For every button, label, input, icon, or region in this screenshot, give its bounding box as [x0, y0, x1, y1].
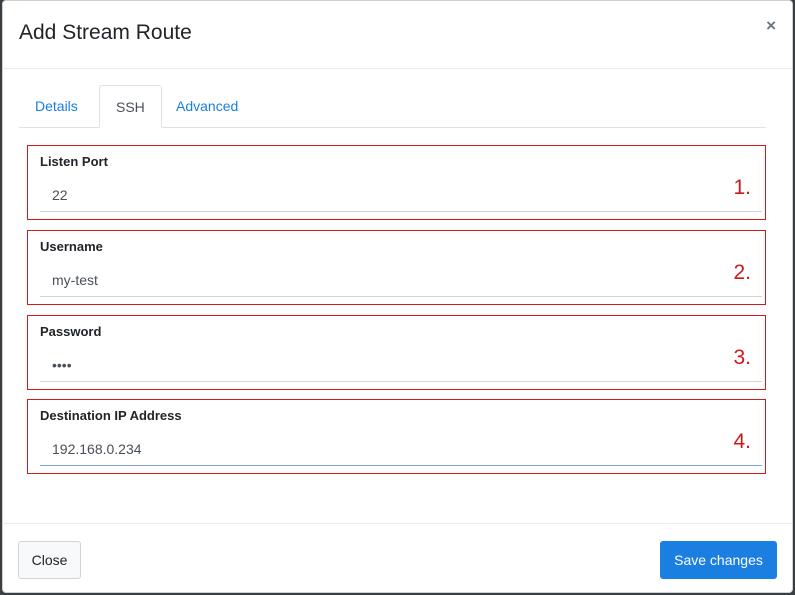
tab-bar: Details SSH Advanced	[19, 85, 766, 128]
password-group: Password 3.	[27, 315, 766, 390]
destination-ip-input[interactable]	[40, 432, 762, 466]
tab-advanced[interactable]: Advanced	[160, 85, 254, 127]
password-label: Password	[40, 324, 102, 339]
tab-ssh[interactable]: SSH	[99, 85, 162, 128]
modal-footer: Close Save changes	[3, 523, 792, 594]
modal-header: Add Stream Route ×	[3, 1, 792, 69]
step-number-4: 4.	[733, 430, 751, 453]
modal-title: Add Stream Route	[19, 21, 192, 44]
step-number-1: 1.	[733, 176, 751, 199]
username-input[interactable]	[40, 263, 762, 297]
listen-port-group: Listen Port 1.	[27, 145, 766, 220]
listen-port-label: Listen Port	[40, 154, 108, 169]
tab-details[interactable]: Details	[19, 85, 94, 127]
add-stream-route-dialog: Add Stream Route × Details SSH Advanced …	[2, 0, 793, 593]
close-button[interactable]: Close	[18, 541, 81, 579]
listen-port-input[interactable]	[40, 178, 762, 212]
username-label: Username	[40, 239, 103, 254]
destination-ip-label: Destination IP Address	[40, 408, 182, 423]
destination-ip-group: Destination IP Address 4.	[27, 399, 766, 474]
username-group: Username 2.	[27, 230, 766, 305]
save-changes-button[interactable]: Save changes	[660, 541, 777, 579]
password-input[interactable]	[40, 348, 762, 382]
step-number-2: 2.	[733, 261, 751, 284]
close-icon[interactable]: ×	[766, 17, 776, 34]
step-number-3: 3.	[733, 346, 751, 369]
